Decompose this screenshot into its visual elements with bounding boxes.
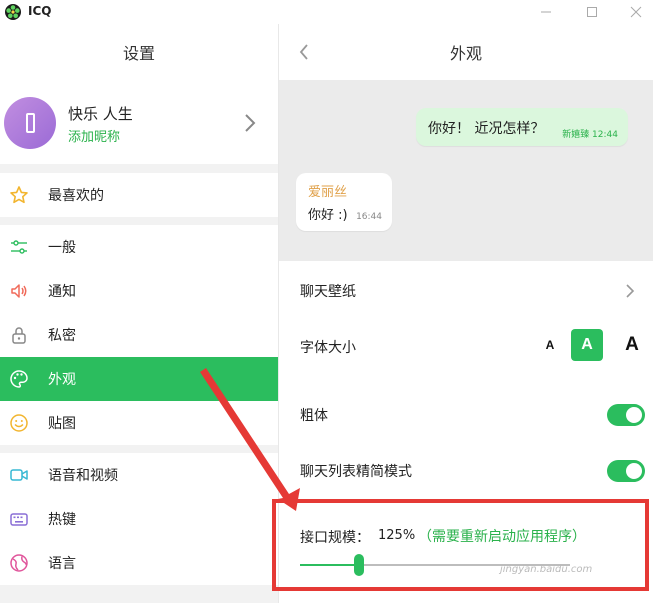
message-text: 你好！ 近况怎样？ xyxy=(428,121,545,137)
page-title: 外观 xyxy=(449,44,482,63)
interface-scale-value: 125% xyxy=(378,528,416,543)
sender-name: 爱丽丝 xyxy=(308,185,348,200)
sidebar-item-language[interactable]: 语言 xyxy=(0,541,278,585)
message-time: 16:44 xyxy=(356,212,382,222)
sidebar-item-label: 贴图 xyxy=(48,416,76,432)
minimize-button[interactable] xyxy=(524,0,568,24)
speaker-icon xyxy=(8,280,30,302)
favorites-group: 最喜欢的 xyxy=(0,173,278,217)
chevron-right-icon xyxy=(626,284,635,298)
keyboard-icon xyxy=(8,508,30,530)
icq-logo-icon xyxy=(5,4,21,20)
outgoing-message-bubble: 你好！ 近况怎样？ 新嬉臻 12:44 xyxy=(416,108,628,146)
app-title: ICQ xyxy=(28,4,52,18)
add-nickname-link[interactable]: 添加昵称 xyxy=(68,126,120,145)
sidebar-item-privacy[interactable]: 私密 xyxy=(0,313,278,357)
smiley-icon xyxy=(8,412,30,434)
bold-label: 粗体 xyxy=(300,408,328,424)
sidebar-title: 设置 xyxy=(0,24,278,80)
appearance-panel: 外观 你好！ 近况怎样？ 新嬉臻 12:44 爱丽丝 你好 :) 16:44 聊… xyxy=(278,24,653,603)
maximize-icon xyxy=(587,7,597,17)
font-size-large-option[interactable]: A xyxy=(616,329,648,361)
font-size-medium-option[interactable]: A xyxy=(571,329,603,361)
avatar-placeholder-icon xyxy=(26,113,35,133)
settings-menu-secondary: 语音和视频 热键 语言 xyxy=(0,453,278,585)
close-icon xyxy=(630,6,642,18)
message-text: 你好 :) xyxy=(308,208,348,223)
bold-row: 粗体 xyxy=(279,387,653,443)
interface-scale-row: 接口规模： 125% （需要重新启动应用程序） xyxy=(279,508,653,588)
minimize-icon xyxy=(541,11,551,13)
chat-preview: 你好！ 近况怎样？ 新嬉臻 12:44 爱丽丝 你好 :) 16:44 xyxy=(279,80,653,261)
sidebar-item-favorites[interactable]: 最喜欢的 xyxy=(0,173,278,217)
sidebar-item-hotkeys[interactable]: 热键 xyxy=(0,497,278,541)
sidebar-item-label: 通知 xyxy=(48,284,76,300)
settings-sidebar: 设置 快乐 人生 添加昵称 最喜欢的 一般 通知 私密 外观 贴图 语音和视频 … xyxy=(0,24,278,603)
font-size-label: 字体大小 xyxy=(300,340,356,356)
compact-mode-row: 聊天列表精简模式 xyxy=(279,443,653,499)
back-arrow-icon[interactable] xyxy=(297,42,311,62)
font-size-selector: A A A xyxy=(534,329,644,365)
slider-thumb[interactable] xyxy=(354,554,365,576)
message-meta: 新嬉臻 12:44 xyxy=(562,130,618,140)
sliders-icon xyxy=(8,236,30,258)
wallpaper-row[interactable]: 聊天壁纸 xyxy=(279,263,653,319)
profile-card[interactable]: 快乐 人生 添加昵称 xyxy=(0,80,278,164)
watermark: jingyan.baidu.com xyxy=(500,564,593,575)
sidebar-item-label: 私密 xyxy=(48,328,76,344)
palette-icon xyxy=(8,368,30,390)
sidebar-item-label: 一般 xyxy=(48,240,76,256)
compact-mode-label: 聊天列表精简模式 xyxy=(300,464,412,480)
slider-fill xyxy=(300,564,360,566)
sidebar-item-label: 最喜欢的 xyxy=(48,188,104,204)
profile-name: 快乐 人生 xyxy=(68,105,133,123)
video-camera-icon xyxy=(8,464,30,486)
star-icon xyxy=(8,184,30,206)
bold-toggle[interactable] xyxy=(607,404,645,426)
sidebar-item-label: 语言 xyxy=(48,556,76,572)
close-button[interactable] xyxy=(614,0,653,24)
sidebar-item-appearance[interactable]: 外观 xyxy=(0,357,278,401)
title-bar: ICQ xyxy=(0,0,653,24)
chevron-right-icon xyxy=(245,114,256,132)
globe-icon xyxy=(8,552,30,574)
sidebar-item-voice-video[interactable]: 语音和视频 xyxy=(0,453,278,497)
appearance-header: 外观 xyxy=(279,24,653,80)
lock-icon xyxy=(8,324,30,346)
incoming-message-bubble: 爱丽丝 你好 :) 16:44 xyxy=(296,173,392,231)
wallpaper-label: 聊天壁纸 xyxy=(300,284,356,300)
font-size-row: 字体大小 A A A xyxy=(279,319,653,375)
avatar[interactable] xyxy=(4,97,56,149)
sidebar-item-notifications[interactable]: 通知 xyxy=(0,269,278,313)
icq-window: ICQ 设置 快乐 人生 添加昵称 最喜欢的 一般 通知 私密 外观 贴图 语音… xyxy=(0,0,653,603)
interface-scale-label: 接口规模： xyxy=(300,530,370,546)
maximize-button[interactable] xyxy=(570,0,614,24)
sidebar-item-general[interactable]: 一般 xyxy=(0,225,278,269)
settings-menu: 一般 通知 私密 外观 贴图 xyxy=(0,225,278,445)
sidebar-item-stickers[interactable]: 贴图 xyxy=(0,401,278,445)
sidebar-item-label: 外观 xyxy=(48,372,76,388)
restart-required-note: （需要重新启动应用程序） xyxy=(418,529,586,545)
compact-mode-toggle[interactable] xyxy=(607,460,645,482)
sidebar-item-label: 语音和视频 xyxy=(48,468,118,484)
sidebar-item-label: 热键 xyxy=(48,512,76,528)
font-size-small-option[interactable]: A xyxy=(534,329,566,361)
